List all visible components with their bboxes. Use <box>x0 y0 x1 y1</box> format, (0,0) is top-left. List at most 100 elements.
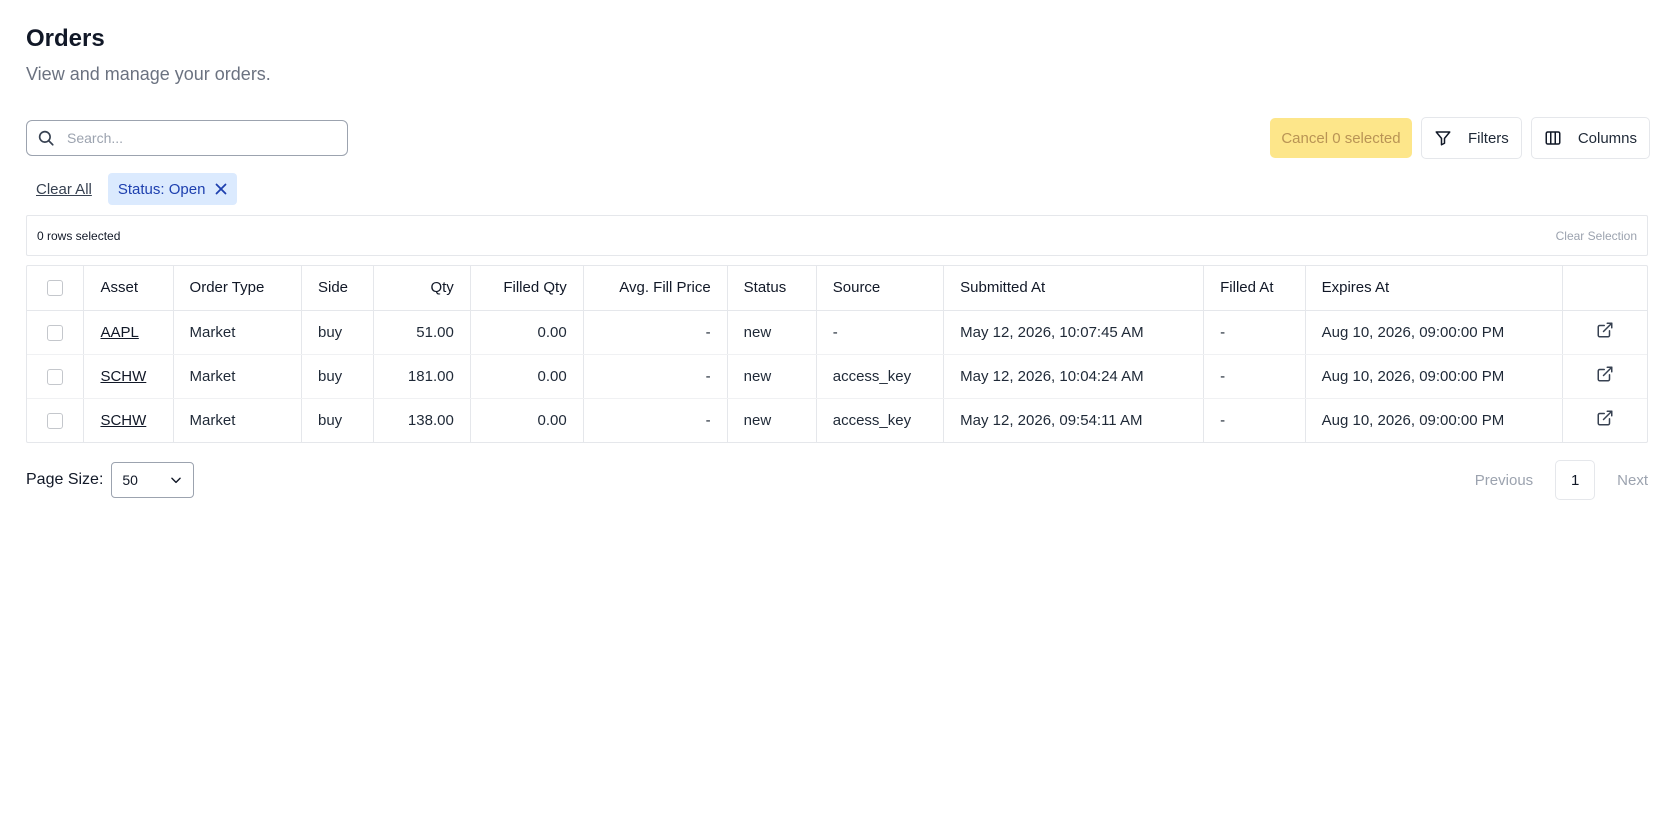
table-row: SCHW Market buy 138.00 0.00 - new access… <box>27 398 1647 442</box>
column-header-side[interactable]: Side <box>301 266 375 311</box>
page-size-value: 50 <box>122 472 138 488</box>
filled-qty-cell: 0.00 <box>470 398 584 442</box>
filled-qty-cell: 0.00 <box>470 354 584 399</box>
row-actions-cell <box>1562 354 1647 399</box>
cancel-selected-button[interactable]: Cancel 0 selected <box>1269 118 1412 158</box>
status-cell: new <box>727 354 817 399</box>
submitted-at-cell: May 12, 2026, 10:07:45 AM <box>943 310 1205 355</box>
page-size-label: Page Size: <box>26 471 104 488</box>
filled-qty-cell: 0.00 <box>470 310 584 355</box>
selection-bar: 0 rows selected Clear Selection <box>26 215 1648 256</box>
table-row: SCHW Market buy 181.00 0.00 - new access… <box>27 354 1647 399</box>
submitted-at-cell: May 12, 2026, 10:04:24 AM <box>943 354 1205 399</box>
external-link-icon[interactable] <box>1596 321 1614 339</box>
toolbar: Cancel 0 selected Filters Columns <box>26 117 1650 159</box>
table-header-row: Asset Order Type Side Qty Filled Qty Avg… <box>27 266 1647 311</box>
status-cell: new <box>727 310 817 355</box>
row-actions-cell <box>1562 398 1647 442</box>
close-icon[interactable] <box>215 183 227 195</box>
filled-at-cell: - <box>1203 398 1306 442</box>
column-header-avg-fill-price[interactable]: Avg. Fill Price <box>583 266 728 311</box>
asset-cell: SCHW <box>83 398 174 442</box>
filter-icon <box>1434 129 1452 147</box>
table-row: AAPL Market buy 51.00 0.00 - new - May 1… <box>27 310 1647 355</box>
expires-at-cell: Aug 10, 2026, 09:00:00 PM <box>1305 354 1563 399</box>
column-header-source[interactable]: Source <box>816 266 945 311</box>
order-type-cell: Market <box>173 398 302 442</box>
side-cell: buy <box>301 398 375 442</box>
columns-button[interactable]: Columns <box>1530 117 1650 159</box>
search-icon <box>37 129 55 147</box>
columns-icon <box>1544 129 1562 147</box>
toolbar-actions: Cancel 0 selected Filters Columns <box>1269 117 1650 159</box>
column-header-asset[interactable]: Asset <box>83 266 174 311</box>
pagination: Previous 1 Next <box>1475 460 1648 500</box>
search-input[interactable] <box>65 129 325 147</box>
filled-at-cell: - <box>1203 354 1306 399</box>
filters-label: Filters <box>1467 129 1509 147</box>
chevron-down-icon <box>169 473 183 487</box>
row-select-cell <box>27 354 85 399</box>
page-subtitle: View and manage your orders. <box>26 64 271 84</box>
external-link-icon[interactable] <box>1596 365 1614 383</box>
avg-fill-price-cell: - <box>583 398 728 442</box>
rows-selected-count: 0 rows selected <box>37 228 121 243</box>
current-page-button[interactable]: 1 <box>1555 460 1596 500</box>
previous-page-button[interactable]: Previous <box>1475 472 1533 489</box>
column-header-expires-at[interactable]: Expires At <box>1305 266 1563 311</box>
row-select-cell <box>27 398 85 442</box>
qty-cell: 51.00 <box>373 310 471 355</box>
column-header-status[interactable]: Status <box>727 266 817 311</box>
orders-page: Orders View and manage your orders. Canc… <box>0 0 1676 500</box>
page-size-select[interactable]: 50 <box>111 462 195 498</box>
avg-fill-price-cell: - <box>583 354 728 399</box>
page-title: Orders <box>26 25 105 52</box>
orders-table: Asset Order Type Side Qty Filled Qty Avg… <box>26 265 1648 443</box>
filled-at-cell: - <box>1203 310 1306 355</box>
column-header-qty[interactable]: Qty <box>373 266 471 311</box>
row-checkbox[interactable] <box>47 368 64 385</box>
expires-at-cell: Aug 10, 2026, 09:00:00 PM <box>1305 310 1563 355</box>
expires-at-cell: Aug 10, 2026, 09:00:00 PM <box>1305 398 1563 442</box>
avg-fill-price-cell: - <box>583 310 728 355</box>
row-checkbox[interactable] <box>47 324 64 341</box>
column-header-filled-at[interactable]: Filled At <box>1203 266 1306 311</box>
active-filters: Clear All Status: Open <box>26 172 1650 206</box>
filters-button[interactable]: Filters <box>1420 117 1522 159</box>
columns-label: Columns <box>1577 129 1637 147</box>
page-size-control: Page Size: 50 <box>26 462 195 498</box>
external-link-icon[interactable] <box>1596 409 1614 427</box>
filter-chip-label: Status: Open <box>117 180 206 198</box>
order-type-cell: Market <box>173 354 302 399</box>
source-cell: access_key <box>816 354 945 399</box>
table-footer: Page Size: 50 Previous 1 Next <box>26 460 1648 500</box>
column-header-actions <box>1562 266 1647 311</box>
clear-selection-button[interactable]: Clear Selection <box>1556 229 1637 243</box>
source-cell: access_key <box>816 398 945 442</box>
order-type-cell: Market <box>173 310 302 355</box>
next-page-button[interactable]: Next <box>1617 472 1648 489</box>
asset-link[interactable]: SCHW <box>100 368 146 385</box>
row-select-cell <box>27 310 85 355</box>
source-cell: - <box>816 310 945 355</box>
status-cell: new <box>727 398 817 442</box>
column-header-filled-qty[interactable]: Filled Qty <box>470 266 584 311</box>
asset-link[interactable]: SCHW <box>100 412 146 429</box>
column-header-submitted-at[interactable]: Submitted At <box>943 266 1205 311</box>
asset-cell: AAPL <box>83 310 174 355</box>
asset-link[interactable]: AAPL <box>100 324 138 341</box>
row-checkbox[interactable] <box>47 412 64 429</box>
qty-cell: 181.00 <box>373 354 471 399</box>
select-all-checkbox[interactable] <box>47 280 64 297</box>
filter-chip-status: Status: Open <box>107 173 238 205</box>
clear-all-filters-link[interactable]: Clear All <box>36 181 92 198</box>
side-cell: buy <box>301 354 375 399</box>
column-header-order-type[interactable]: Order Type <box>173 266 302 311</box>
asset-cell: SCHW <box>83 354 174 399</box>
row-actions-cell <box>1562 310 1647 355</box>
submitted-at-cell: May 12, 2026, 09:54:11 AM <box>943 398 1205 442</box>
select-all-cell <box>27 266 85 311</box>
qty-cell: 138.00 <box>373 398 471 442</box>
side-cell: buy <box>301 310 375 355</box>
search-box[interactable] <box>26 120 348 156</box>
